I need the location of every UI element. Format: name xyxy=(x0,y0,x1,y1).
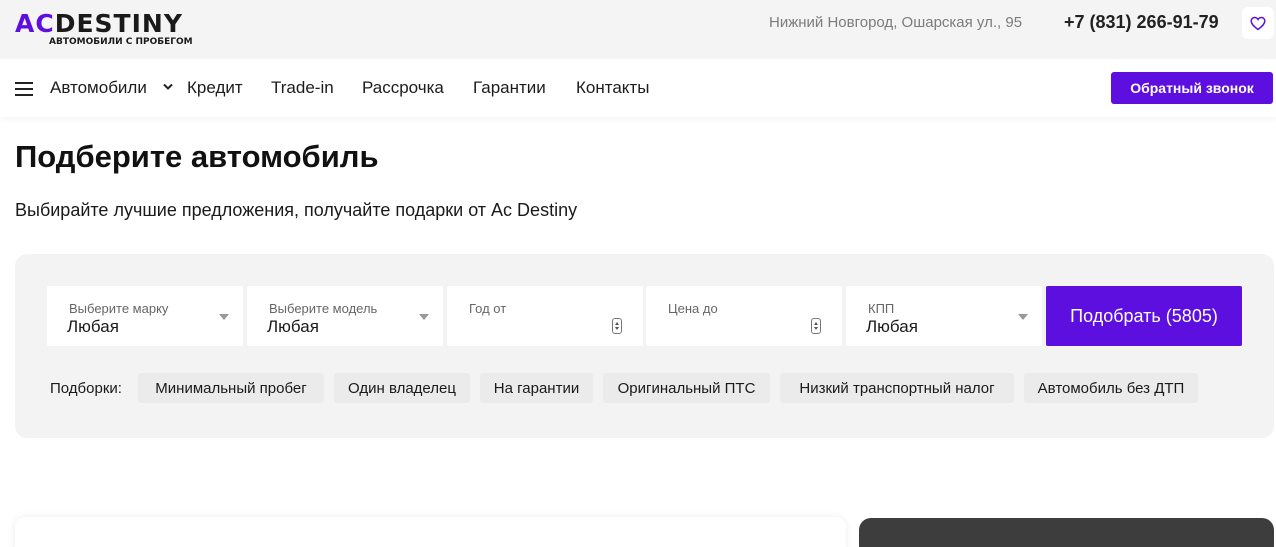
price-to-input[interactable]: Цена до xyxy=(646,286,842,346)
content-card xyxy=(15,517,846,547)
dropdown-caret-icon xyxy=(419,314,429,320)
address-text: Нижний Новгород, Ошарская ул., 95 xyxy=(769,14,1023,31)
chip-original-pts[interactable]: Оригинальный ПТС xyxy=(603,373,770,403)
phone-link[interactable]: +7 (831) 266-91-79 xyxy=(1064,12,1219,33)
chip-min-mileage[interactable]: Минимальный пробег xyxy=(138,373,324,403)
main-nav: Автомобили Кредит Trade-in Рассрочка Гар… xyxy=(0,59,1276,117)
heart-icon xyxy=(1250,16,1266,30)
logo-tagline: АВТОМОБИЛИ С ПРОБЕГОМ xyxy=(49,37,193,47)
year-from-label: Год от xyxy=(469,301,507,316)
top-bar: ACDESTINY АВТОМОБИЛИ С ПРОБЕГОМ Нижний Н… xyxy=(0,0,1276,59)
nav-item-cars[interactable]: Автомобили xyxy=(50,78,147,98)
search-submit-button[interactable]: Подобрать (5805) xyxy=(1046,286,1242,346)
year-from-input[interactable]: Год от xyxy=(447,286,643,346)
model-select-label: Выберите модель xyxy=(269,301,378,316)
collections-label: Подборки: xyxy=(50,380,122,397)
burger-menu-icon[interactable] xyxy=(15,82,33,96)
nav-item-trade-in[interactable]: Trade-in xyxy=(271,78,334,98)
car-filter-panel: Выберите марку Любая Выберите модель Люб… xyxy=(15,254,1274,438)
nav-item-credit[interactable]: Кредит xyxy=(187,78,243,98)
dropdown-caret-icon xyxy=(219,314,229,320)
logo-wordmark: ACDESTINY xyxy=(15,9,183,38)
chevron-down-icon[interactable] xyxy=(163,83,173,90)
page-title: Подберите автомобиль xyxy=(15,139,379,174)
brand-select-value: Любая xyxy=(67,317,119,336)
nav-item-installment[interactable]: Рассрочка xyxy=(362,78,444,98)
chip-one-owner[interactable]: Один владелец xyxy=(334,373,470,403)
brand-select[interactable]: Выберите марку Любая xyxy=(47,286,243,346)
site-logo[interactable]: ACDESTINY АВТОМОБИЛИ С ПРОБЕГОМ xyxy=(15,11,239,49)
model-select-value: Любая xyxy=(267,317,319,336)
model-select[interactable]: Выберите модель Любая xyxy=(247,286,443,346)
nav-item-warranty[interactable]: Гарантии xyxy=(473,78,546,98)
chip-low-tax[interactable]: Низкий транспортный налог xyxy=(780,373,1014,403)
page-subtitle: Выбирайте лучшие предложения, получайте … xyxy=(15,200,578,220)
transmission-select-label: КПП xyxy=(868,301,895,316)
number-spinner-icon[interactable] xyxy=(612,318,622,334)
dropdown-caret-icon xyxy=(1018,314,1028,320)
nav-item-contacts[interactable]: Контакты xyxy=(576,78,649,98)
price-to-label: Цена до xyxy=(668,301,718,316)
dark-promo-card xyxy=(859,518,1274,547)
chip-no-accidents[interactable]: Автомобиль без ДТП xyxy=(1024,373,1198,403)
callback-button[interactable]: Обратный звонок xyxy=(1111,72,1273,104)
transmission-select-value: Любая xyxy=(866,317,918,336)
number-spinner-icon[interactable] xyxy=(811,318,821,334)
chip-under-warranty[interactable]: На гарантии xyxy=(480,373,593,403)
brand-select-label: Выберите марку xyxy=(69,301,169,316)
transmission-select[interactable]: КПП Любая xyxy=(846,286,1042,346)
favorites-button[interactable] xyxy=(1242,7,1274,39)
